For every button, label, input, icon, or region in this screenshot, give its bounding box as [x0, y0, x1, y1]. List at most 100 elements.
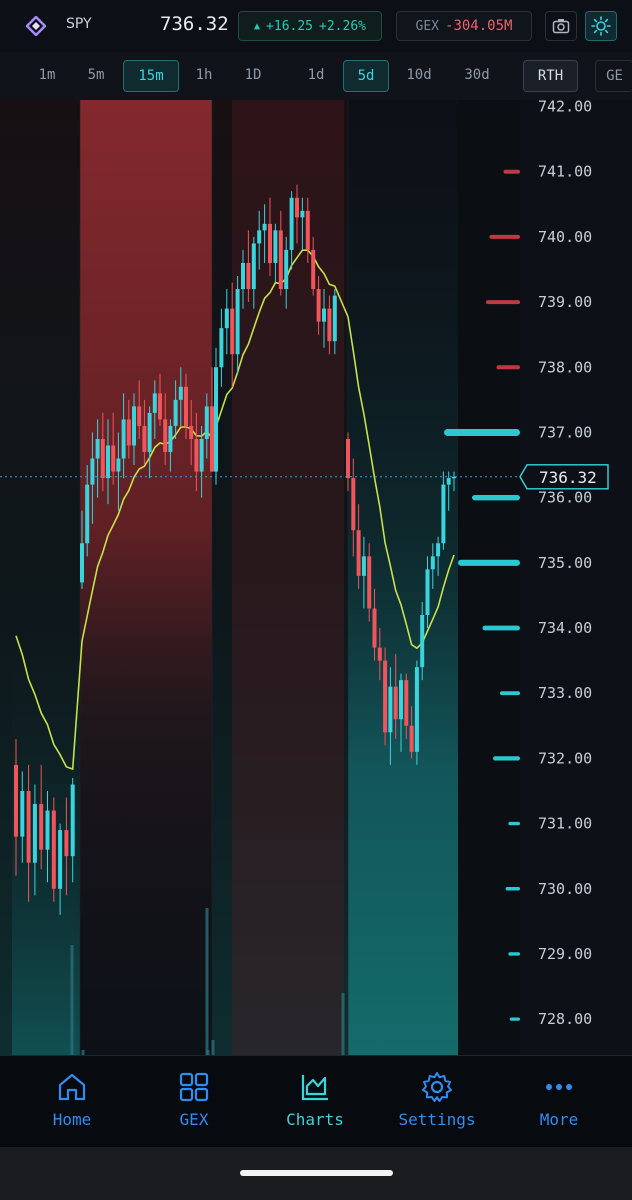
candle-body: [64, 830, 69, 857]
gex-level-bar: [508, 821, 520, 826]
gex-level-bar: [508, 952, 520, 956]
candle-body: [409, 725, 414, 752]
candle-body: [278, 230, 283, 290]
rth-toggle-button[interactable]: RTH: [523, 60, 578, 92]
candle-body: [430, 556, 435, 570]
candle-body: [393, 686, 398, 720]
gex-level-bar: [458, 559, 520, 566]
candle-body: [322, 308, 326, 322]
candle-body: [224, 308, 229, 329]
price-chart[interactable]: 742.00 741.00 740.00 739.00 738.00 737.00 736.…: [0, 100, 632, 1055]
y-axis-label: 740.00: [538, 228, 592, 246]
candlestick-chart-svg[interactable]: 742.00 741.00 740.00 739.00 738.00 737.00 736.…: [0, 100, 632, 1055]
candle-body: [80, 543, 84, 583]
gex-level-bar: [472, 494, 520, 501]
candle-body: [268, 223, 272, 263]
last-price: 736.32: [160, 13, 229, 35]
timeframe-15m[interactable]: 15m: [123, 60, 179, 92]
change-absolute: +16.25: [266, 18, 314, 34]
candle-body: [246, 262, 251, 290]
current-price-label: 736.32: [539, 468, 597, 487]
candle-body: [210, 406, 214, 472]
home-icon: [58, 1073, 86, 1101]
candle-body: [219, 328, 224, 368]
timeframe-toolbar: 1m 5m 15m 1h 1D 1d 5d 10d 30d RTH GE: [0, 52, 632, 101]
candle-body: [90, 458, 95, 485]
nav-charts[interactable]: Charts: [260, 1070, 370, 1129]
range-1d[interactable]: 1d: [296, 60, 336, 90]
candle-body: [383, 660, 388, 733]
gex-level-bar: [444, 428, 520, 436]
y-axis-label: 737.00: [538, 423, 592, 441]
candle-body: [377, 647, 382, 661]
nav-home[interactable]: Home: [17, 1070, 127, 1129]
y-axis-label: 728.00: [538, 1010, 592, 1028]
candle-body: [184, 386, 188, 426]
more-dots-icon: [546, 1084, 572, 1090]
timeframe-1m[interactable]: 1m: [28, 60, 66, 90]
gex-overlay-button[interactable]: GE: [595, 60, 632, 92]
nav-settings[interactable]: Settings: [382, 1070, 492, 1129]
volume-bar: [70, 945, 74, 1055]
candle-body: [273, 230, 278, 263]
candle-body: [332, 295, 337, 342]
timeframe-1h[interactable]: 1h: [184, 60, 224, 90]
gex-level-bar: [503, 169, 520, 174]
gex-value: -304.05M: [445, 18, 513, 34]
y-axis-label: 742.00: [538, 100, 592, 116]
candle-body: [257, 230, 262, 244]
timeframe-1D[interactable]: 1D: [232, 60, 274, 90]
candle-body: [70, 784, 75, 857]
range-10d[interactable]: 10d: [396, 60, 442, 90]
gex-badge: GEX -304.05M: [396, 11, 532, 41]
theme-toggle-button[interactable]: [585, 11, 617, 41]
candle-body: [152, 393, 157, 413]
nav-gex[interactable]: GEX: [139, 1070, 249, 1129]
range-30d[interactable]: 30d: [452, 60, 502, 90]
gex-band: [348, 100, 458, 1055]
candle-body: [436, 543, 441, 557]
top-header: SPY 736.32 ▲ +16.25 +2.26% GEX -304.05M: [0, 0, 632, 52]
gex-level-bar: [489, 234, 520, 239]
candle-body: [39, 804, 44, 850]
y-axis-label: 731.00: [538, 815, 592, 833]
candle-body: [420, 614, 425, 668]
sun-icon: [591, 16, 611, 36]
nav-more[interactable]: More: [504, 1070, 614, 1129]
candle-body: [194, 438, 199, 472]
candle-body: [305, 210, 310, 250]
gex-level-bar: [482, 625, 520, 631]
y-axis-label: 732.00: [538, 749, 592, 767]
candle-body: [199, 438, 204, 472]
candle-body: [367, 556, 372, 609]
candle-body: [289, 197, 294, 250]
gex-band: [458, 100, 520, 1055]
candle-body: [147, 412, 152, 453]
candle-body: [26, 790, 31, 863]
y-axis-label: 739.00: [538, 293, 592, 311]
nav-gex-label: GEX: [179, 1110, 209, 1129]
gex-level-bar: [500, 691, 520, 696]
nav-home-label: Home: [52, 1110, 92, 1129]
y-axis-label: 734.00: [538, 619, 592, 637]
candle-body: [399, 680, 403, 720]
y-axis-label: 735.00: [538, 554, 592, 572]
candle-body: [346, 438, 350, 479]
screenshot-button[interactable]: [545, 11, 577, 41]
candle-body: [20, 790, 25, 837]
grid-icon: [179, 1072, 209, 1102]
candle-body: [137, 406, 142, 426]
home-indicator[interactable]: [240, 1170, 393, 1176]
candle-body: [230, 308, 235, 355]
candle-body: [300, 210, 305, 218]
y-axis-label: 730.00: [538, 880, 592, 898]
ticker-symbol[interactable]: SPY: [66, 16, 92, 32]
gex-level-bar: [493, 756, 520, 761]
candle-body: [414, 667, 419, 752]
candle-body: [51, 810, 56, 889]
candle-body: [425, 569, 430, 615]
candle-body: [126, 419, 131, 446]
candle-body: [388, 686, 393, 733]
timeframe-5m[interactable]: 5m: [76, 60, 116, 90]
range-5d[interactable]: 5d: [343, 60, 389, 92]
